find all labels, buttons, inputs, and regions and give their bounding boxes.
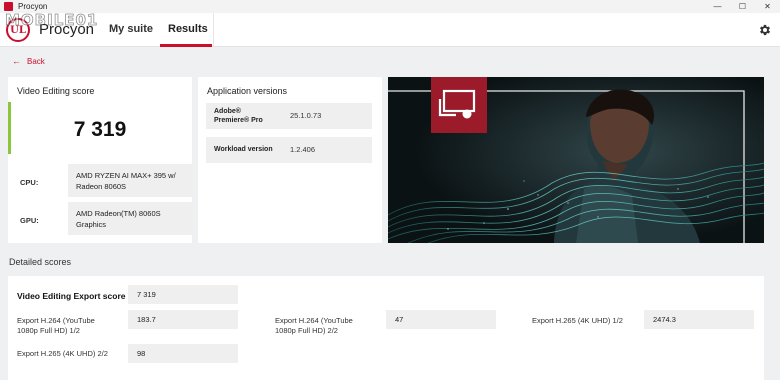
gpu-value: AMD Radeon(TM) 8060S Graphics — [68, 202, 193, 235]
back-label: Back — [27, 56, 45, 66]
h264-2-label-line1: Export H.264 (YouTube — [275, 316, 353, 325]
video-editing-score-card: Video Editing score 7 319 CPU: AMD RYZEN… — [8, 77, 193, 243]
back-link[interactable]: ← Back — [12, 56, 45, 66]
gear-icon[interactable] — [758, 23, 772, 37]
h265-1-value: 2474.3 — [644, 310, 754, 329]
app-header: UL Procyon My suite Results — [0, 13, 780, 47]
video-editing-score: 7 319 — [73, 118, 127, 141]
gpu-label: GPU: — [20, 216, 39, 225]
score-card-title: Video Editing score — [17, 86, 95, 96]
detailed-scores-title: Detailed scores — [9, 257, 72, 267]
version-row-premiere: Adobe® Premiere® Pro 25.1.0.73 — [206, 103, 372, 129]
watermark-logo: MOBILE01 — [5, 8, 98, 32]
export-score-value: 7 319 — [128, 285, 238, 304]
nav-divider — [213, 13, 214, 47]
export-score-label: Video Editing Export score — [17, 291, 126, 301]
tab-results[interactable]: Results — [168, 23, 208, 35]
h264-1-value: 183.7 — [128, 310, 238, 329]
active-tab-indicator — [160, 44, 212, 47]
version-key-workload: Workload version — [214, 146, 273, 153]
h264-2-value: 47 — [386, 310, 496, 329]
h265-1-label: Export H.265 (4K UHD) 1/2 — [532, 316, 623, 325]
version-value-workload: 1.2.406 — [290, 145, 316, 154]
tab-my-suite[interactable]: My suite — [109, 23, 153, 35]
application-versions-card: Application versions Adobe® Premiere® Pr… — [198, 77, 382, 243]
h264-2-label-line2: 1080p Full HD) 2/2 — [275, 326, 338, 335]
close-button[interactable]: ✕ — [755, 0, 780, 13]
back-arrow-icon: ← — [12, 56, 21, 66]
version-row-workload: Workload version 1.2.406 — [206, 137, 372, 163]
versions-card-title: Application versions — [207, 86, 288, 96]
h265-2-label: Export H.265 (4K UHD) 2/2 — [17, 349, 108, 358]
cpu-value: AMD RYZEN AI MAX+ 395 w/ Radeon 8060S — [68, 164, 193, 197]
cpu-label: CPU: — [20, 178, 39, 187]
h264-1-label-line1: Export H.264 (YouTube — [17, 316, 95, 325]
version-key-line2: Premiere® Pro — [214, 117, 263, 124]
hero-image — [388, 77, 764, 243]
detailed-scores-card: Video Editing Export score 7 319 Export … — [8, 276, 764, 380]
watermark-text: MOBILE01 — [5, 11, 99, 30]
maximize-button[interactable]: ☐ — [730, 0, 755, 13]
window-titlebar: Procyon — ☐ ✕ — [0, 0, 780, 13]
h265-2-value: 98 — [128, 344, 238, 363]
version-key-line1: Adobe® — [214, 108, 241, 115]
version-value-premiere: 25.1.0.73 — [290, 111, 322, 120]
hero-illustration — [388, 77, 764, 243]
window-controls: — ☐ ✕ — [705, 0, 780, 13]
h264-1-label-line2: 1080p Full HD) 1/2 — [17, 326, 80, 335]
minimize-button[interactable]: — — [705, 0, 730, 13]
